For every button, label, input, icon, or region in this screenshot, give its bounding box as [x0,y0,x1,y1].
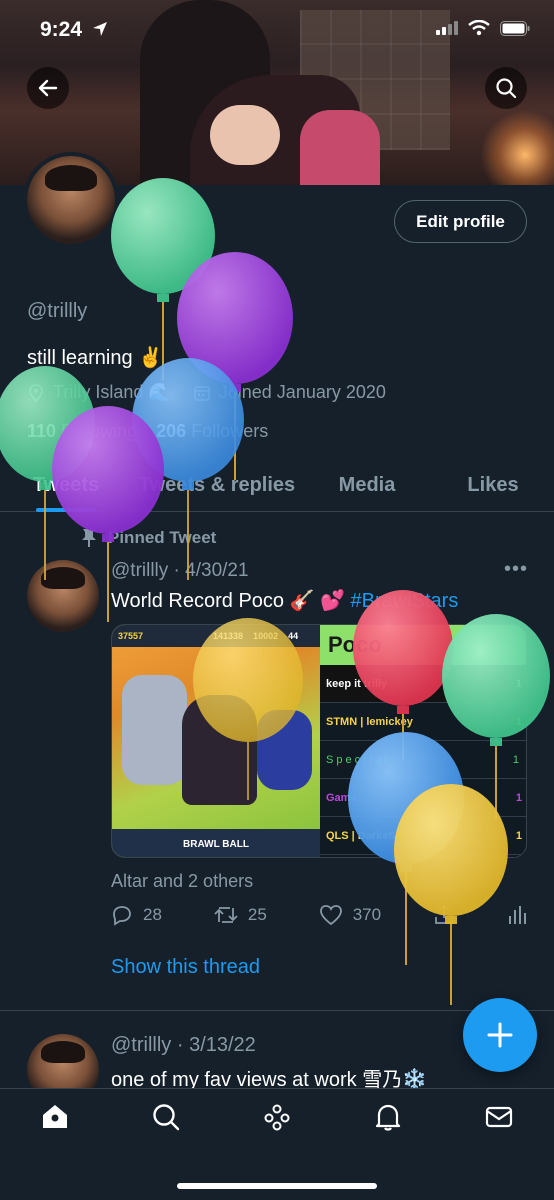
signal-icon [436,21,458,35]
explore-icon [153,1104,180,1131]
compose-icon [487,1022,513,1048]
game-hud: 37557 141338 10002 44 [112,625,320,647]
messages-icon [485,1106,512,1128]
home-indicator [177,1183,377,1189]
profile-joined: Joined January 2020 [218,382,386,402]
analytics-button[interactable] [507,904,527,926]
retweet-button[interactable]: 25 [214,904,267,926]
hashtag-link[interactable]: #BrawlStars [351,590,459,612]
location-icon [29,383,43,402]
calendar-icon [193,385,210,401]
followers-link[interactable]: 206 Followers [156,421,268,441]
banner-light [480,110,554,185]
nav-home[interactable] [39,1101,71,1138]
tab-tweets[interactable]: Tweets [0,460,132,511]
reply-button[interactable]: 28 [111,904,162,926]
back-button[interactable] [27,67,69,109]
tweet-author-avatar[interactable] [27,560,99,632]
leaderboard-row: Gama 1 [320,779,526,817]
tab-tweets-replies[interactable]: Tweets & replies [132,460,302,511]
share-button[interactable] [433,904,455,926]
pin-icon [82,529,96,547]
pinned-indicator: Pinned Tweet [80,528,216,548]
status-time: 9:24 [40,18,108,42]
profile-follow-counts: 110 Following 206 Followers [27,421,268,442]
profile-tabs: Tweets Tweets & replies Media Likes [0,460,554,512]
tweet-text: World Record Poco 🎸 💕 #BrawlStars [111,590,459,612]
spaces-icon [264,1104,290,1131]
leaderboard-screenshot: Poco keep it trilly 1 STMN | lemickey 1 Sp… [320,625,526,857]
leaderboard-row: keep it trilly 1 [320,665,526,703]
liked-by[interactable]: Altar and 2 others [111,871,253,892]
analytics-icon [508,906,526,924]
leaderboard-title: Poco [320,625,526,665]
following-link[interactable]: 110 Following [27,421,137,441]
nav-spaces[interactable] [261,1101,293,1138]
brawler-figure [182,695,257,805]
notifications-icon [375,1104,400,1131]
tweet-media[interactable]: 37557 141338 10002 44 BRAWL BALL Poco ke… [111,624,527,858]
balloon [177,252,293,480]
leaderboard-row: Spectral 1 [320,741,526,779]
game-mode-button: BRAWL BALL [112,829,320,857]
home-icon [43,1105,68,1128]
brawler-figure [122,675,187,785]
like-button[interactable]: 370 [319,904,381,926]
reply-icon [113,906,131,926]
profile-meta: Trilly Island 🌊 Joined January 2020 [27,382,386,403]
banner-figure [210,105,280,165]
leaderboard-row: STMN | lemickey 1 [320,703,526,741]
more-icon[interactable]: ••• [504,558,528,581]
wifi-icon [468,20,490,36]
like-icon [319,905,342,926]
location-arrow-icon [92,22,107,36]
banner-figure [300,110,380,185]
battery-icon [500,20,530,36]
status-indicators [436,20,530,36]
search-button[interactable] [485,67,527,109]
brawler-figure [257,710,312,790]
tweet-actions: 28 25 370 [111,904,527,926]
search-icon [496,78,517,99]
profile-avatar[interactable] [23,152,119,248]
profile-location: Trilly Island 🌊 [53,382,171,402]
share-icon [435,904,453,924]
leaderboard-row: QLS | DarkeS 1 [320,817,526,855]
edit-profile-button[interactable]: Edit profile [394,200,527,243]
nav-notifications[interactable] [372,1101,404,1138]
show-thread-link[interactable]: Show this thread [111,956,260,979]
tab-media[interactable]: Media [302,460,432,511]
profile-handle: @trillly [27,300,88,322]
compose-button[interactable] [463,998,537,1072]
game-screenshot: 37557 141338 10002 44 BRAWL BALL [112,625,320,857]
tab-likes[interactable]: Likes [432,460,554,511]
nav-messages[interactable] [483,1101,515,1138]
nav-explore[interactable] [150,1101,182,1138]
profile-bio: still learning ✌️ [27,347,164,369]
tweet-header[interactable]: @trillly · 3/13/22 [111,1034,256,1057]
back-arrow-icon [38,79,58,97]
tweet-header[interactable]: @trillly · 4/30/21 [111,560,249,582]
retweet-icon [214,907,238,923]
